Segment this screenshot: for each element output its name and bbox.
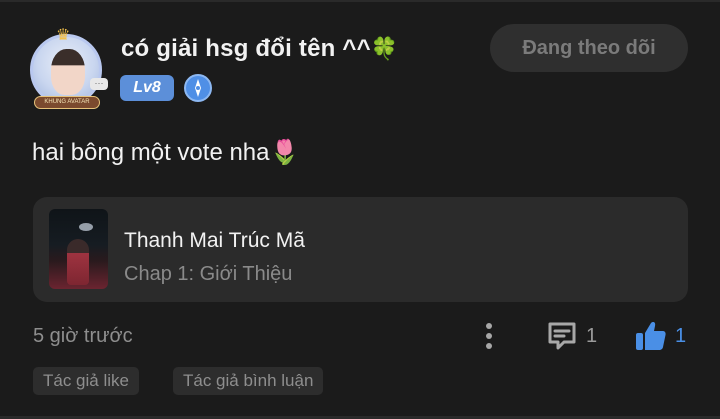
avatar-photo: [51, 49, 85, 95]
comment-body: hai bông một vote nha: [32, 139, 270, 166]
chapter-thumbnail: [49, 209, 108, 289]
avatar-banner: KHUNG AVATAR: [34, 96, 100, 109]
tulip-icon: 🌷: [269, 139, 300, 166]
thumbnail-figure: [67, 239, 89, 285]
comment-text: hai bông một vote nha🌷: [32, 138, 299, 167]
chapter-title[interactable]: Thanh Mai Trúc Mã: [124, 229, 305, 253]
chat-bubble-icon: ···: [90, 78, 108, 90]
author-liked-tag: Tác giả like: [33, 367, 139, 395]
clover-icon: 🍀: [370, 36, 399, 61]
comment-post: ♛ ··· KHUNG AVATAR có giải hsg đổi tên ^…: [0, 0, 720, 419]
crown-icon: ♛: [56, 27, 71, 44]
comment-count: 1: [586, 325, 598, 347]
username[interactable]: có giải hsg đổi tên ^^🍀: [121, 35, 398, 63]
following-button[interactable]: Đang theo dõi: [490, 24, 688, 72]
author-commented-tag: Tác giả bình luận: [173, 367, 324, 395]
compass-badge-icon: [184, 74, 212, 102]
username-text: có giải hsg đổi tên ^^: [121, 35, 371, 62]
comment-icon[interactable]: [546, 320, 578, 352]
level-badge: Lv8: [120, 75, 174, 101]
chapter-subtitle[interactable]: Chap 1: Giới Thiệu: [124, 263, 292, 286]
like-count: 1: [675, 325, 687, 347]
avatar[interactable]: ♛ ··· KHUNG AVATAR: [26, 28, 110, 116]
more-options-icon[interactable]: [478, 320, 500, 352]
thumbs-up-icon[interactable]: [634, 319, 668, 353]
thumbnail-light: [79, 223, 93, 231]
timestamp: 5 giờ trước: [33, 325, 133, 347]
